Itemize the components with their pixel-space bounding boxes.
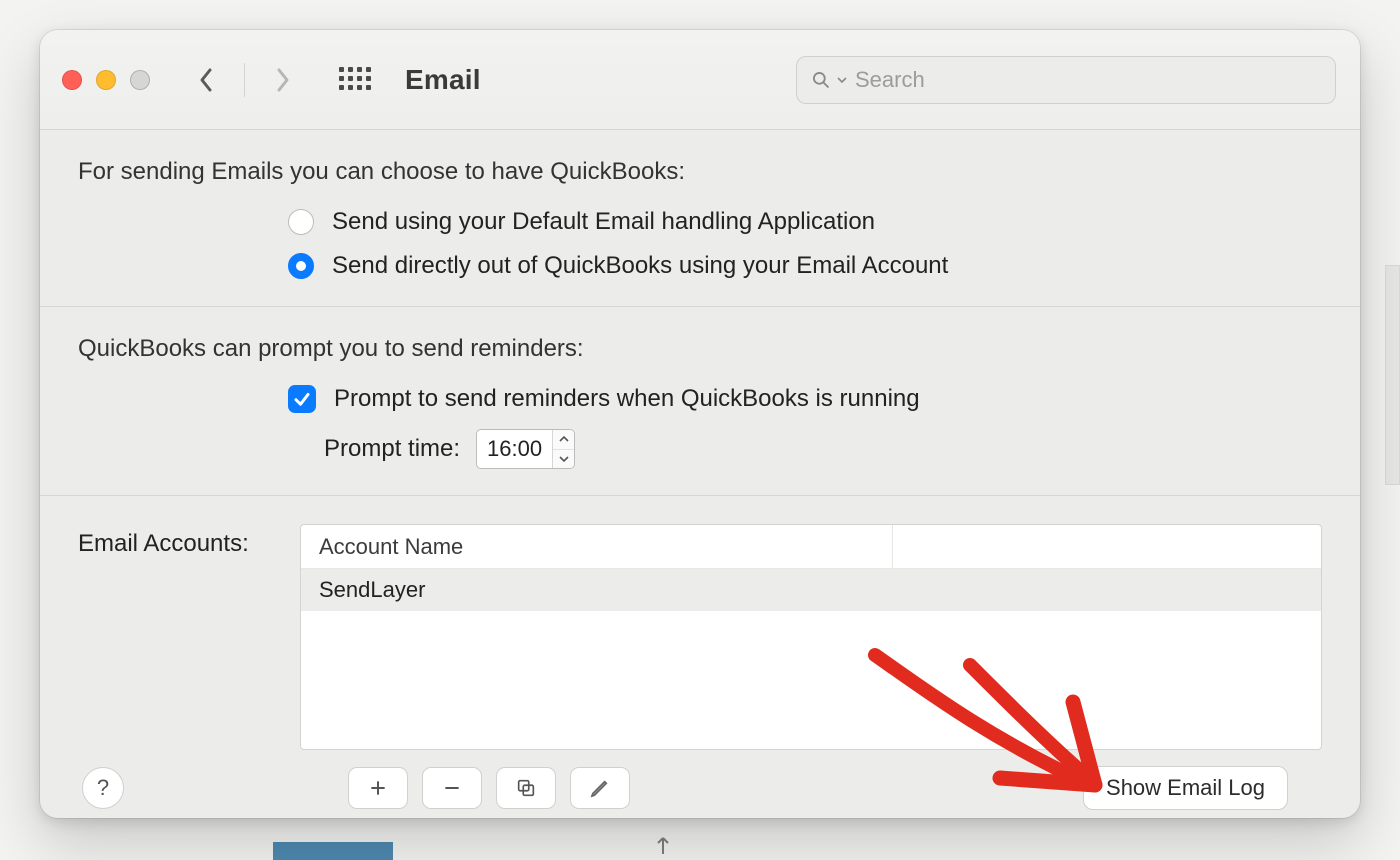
- toolbar-separator: [244, 63, 245, 97]
- window-title: Email: [405, 64, 481, 96]
- show-email-log-label: Show Email Log: [1106, 775, 1265, 801]
- radio-option-direct[interactable]: Send directly out of QuickBooks using yo…: [288, 252, 1322, 280]
- zoom-window-button[interactable]: [130, 70, 150, 90]
- table-header: Account Name: [301, 525, 1321, 569]
- email-accounts-table[interactable]: Account Name SendLayer: [300, 524, 1322, 750]
- help-icon: ?: [97, 775, 109, 801]
- prompt-time-value: 16:00: [477, 430, 552, 468]
- table-row[interactable]: SendLayer: [301, 569, 1321, 611]
- forward-button[interactable]: [263, 60, 303, 100]
- column-header-account-name[interactable]: Account Name: [301, 525, 893, 568]
- checkbox-label: Prompt to send reminders when QuickBooks…: [334, 385, 920, 413]
- accounts-footer: ? Show Email Log: [78, 750, 1322, 810]
- edit-account-button[interactable]: [570, 767, 630, 809]
- time-stepper[interactable]: [552, 430, 574, 468]
- radio-label: Send directly out of QuickBooks using yo…: [332, 252, 948, 280]
- email-accounts-label: Email Accounts:: [78, 524, 278, 750]
- search-input[interactable]: [853, 66, 1321, 94]
- reminders-section: QuickBooks can prompt you to send remind…: [40, 307, 1360, 496]
- chevron-down-icon: [837, 75, 847, 85]
- minimize-window-button[interactable]: [96, 70, 116, 90]
- email-accounts-section: Email Accounts: Account Name SendLayer ?: [40, 496, 1360, 818]
- prompt-time-row: Prompt time: 16:00: [324, 429, 1322, 469]
- remove-account-button[interactable]: [422, 767, 482, 809]
- background-decor: [1385, 265, 1400, 485]
- search-icon: [811, 70, 831, 90]
- resize-handle-icon: [651, 832, 675, 856]
- sending-method-lead: For sending Emails you can choose to hav…: [78, 158, 1322, 186]
- prompt-time-label: Prompt time:: [324, 435, 460, 463]
- sending-method-section: For sending Emails you can choose to hav…: [40, 130, 1360, 307]
- radio-icon: [288, 253, 314, 279]
- reminders-lead: QuickBooks can prompt you to send remind…: [78, 335, 1322, 363]
- duplicate-icon: [515, 777, 537, 799]
- window-toolbar: Email: [40, 30, 1360, 130]
- add-account-button[interactable]: [348, 767, 408, 809]
- prompt-time-field[interactable]: 16:00: [476, 429, 575, 469]
- traffic-lights: [62, 70, 150, 90]
- stepper-up-icon[interactable]: [553, 430, 574, 450]
- plus-icon: [368, 778, 388, 798]
- pencil-icon: [589, 777, 611, 799]
- minus-icon: [442, 778, 462, 798]
- checkbox-icon: [288, 385, 316, 413]
- close-window-button[interactable]: [62, 70, 82, 90]
- duplicate-account-button[interactable]: [496, 767, 556, 809]
- stepper-down-icon[interactable]: [553, 450, 574, 469]
- background-decor: [273, 842, 393, 860]
- radio-option-default[interactable]: Send using your Default Email handling A…: [288, 208, 1322, 236]
- radio-icon: [288, 209, 314, 235]
- preferences-window: Email For sending Emails you can choose …: [40, 30, 1360, 818]
- search-field-container[interactable]: [796, 56, 1336, 104]
- show-email-log-button[interactable]: Show Email Log: [1083, 766, 1288, 810]
- radio-label: Send using your Default Email handling A…: [332, 208, 875, 236]
- account-name-cell: SendLayer: [319, 577, 425, 603]
- back-button[interactable]: [186, 60, 226, 100]
- help-button[interactable]: ?: [82, 767, 124, 809]
- show-all-prefs-button[interactable]: [339, 67, 371, 93]
- checkbox-prompt-reminders[interactable]: Prompt to send reminders when QuickBooks…: [288, 385, 1322, 413]
